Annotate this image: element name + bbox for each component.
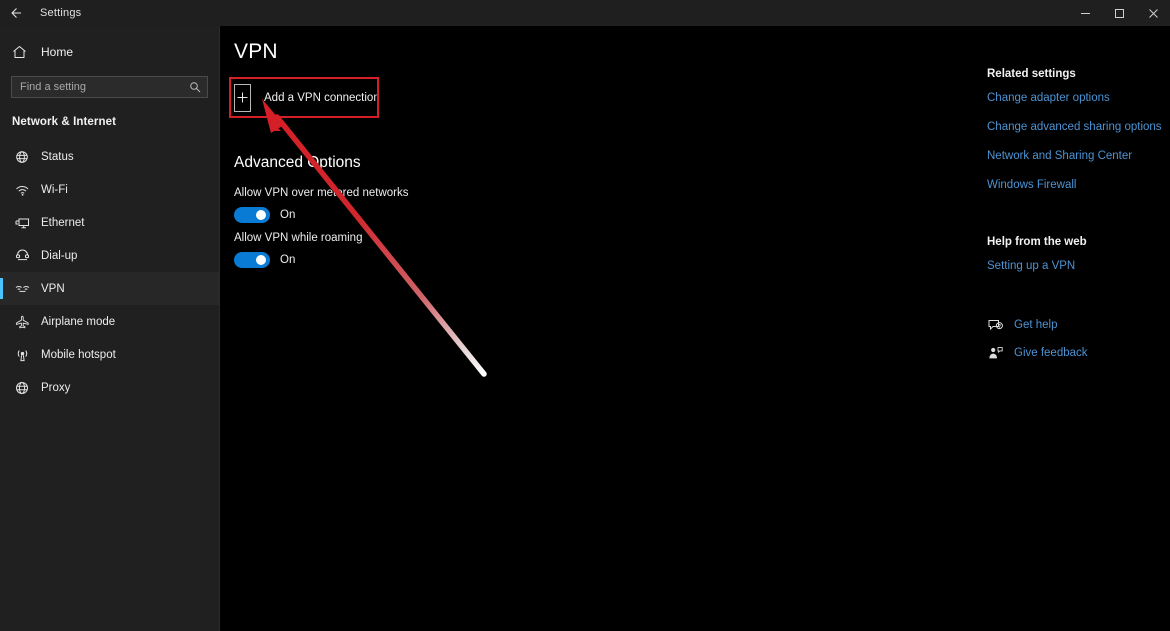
search-input[interactable] (20, 81, 189, 93)
hotspot-icon (12, 348, 32, 362)
title-bar-left: Settings (0, 0, 220, 26)
related-settings-panel: Related settings Change adapter options … (987, 68, 1167, 374)
setting-label: Allow VPN over metered networks (234, 187, 409, 199)
sidebar: Home Network & Internet (0, 26, 220, 631)
sidebar-item-label: Wi-Fi (41, 183, 68, 196)
link-change-adapter-options[interactable]: Change adapter options (987, 92, 1167, 104)
sidebar-item-wifi[interactable]: Wi-Fi (0, 173, 219, 206)
window-controls (1068, 0, 1170, 26)
sidebar-item-dial-up[interactable]: Dial-up (0, 239, 219, 272)
sidebar-item-vpn[interactable]: VPN (0, 272, 219, 305)
sidebar-home-label: Home (41, 45, 74, 59)
airplane-icon (12, 315, 32, 329)
title-bar-drag-area (220, 0, 1068, 26)
help-from-web-title: Help from the web (987, 236, 1087, 248)
give-feedback-button[interactable]: Give feedback (987, 346, 1167, 360)
toggle-state-label: On (280, 209, 296, 221)
rail-spacer (987, 208, 1167, 236)
link-setting-up-a-vpn[interactable]: Setting up a VPN (987, 260, 1167, 272)
sidebar-item-label: Ethernet (41, 216, 85, 229)
search-box[interactable] (11, 76, 208, 98)
sidebar-item-home[interactable]: Home (0, 39, 219, 65)
back-arrow-icon (11, 8, 21, 18)
page-title: VPN (234, 40, 278, 63)
get-help-label: Get help (1014, 319, 1058, 331)
sidebar-item-label: Airplane mode (41, 315, 116, 328)
setting-label: Allow VPN while roaming (234, 232, 363, 244)
toggle-state-label: On (280, 254, 296, 266)
add-vpn-connection-button[interactable]: Add a VPN connection (229, 77, 380, 118)
sidebar-category-title: Network & Internet (12, 116, 117, 128)
sidebar-item-label: VPN (41, 282, 65, 295)
title-bar: Settings (0, 0, 1170, 26)
wifi-icon (12, 183, 32, 197)
close-icon (1148, 8, 1158, 18)
sidebar-item-label: Proxy (41, 381, 71, 394)
link-network-and-sharing-center[interactable]: Network and Sharing Center (987, 150, 1167, 162)
settings-window: Settings Home Find a setting Network & I… (0, 0, 1170, 631)
get-help-button[interactable]: Get help (987, 318, 1167, 332)
toggle-row: On (234, 252, 362, 268)
home-icon (12, 45, 32, 59)
ethernet-icon (12, 216, 32, 230)
dialup-phone-icon (12, 249, 32, 263)
allow-vpn-roaming-toggle[interactable] (234, 252, 270, 268)
minimize-button[interactable] (1068, 0, 1102, 26)
sidebar-item-status[interactable]: Status (0, 140, 219, 173)
main-content: VPN Add a VPN connection Advanced Option… (221, 26, 1170, 631)
toggle-knob (256, 210, 266, 220)
setting-allow-vpn-roaming: Allow VPN while roaming On (234, 232, 362, 268)
status-globe-icon (12, 150, 32, 164)
proxy-globe-icon (12, 381, 32, 395)
advanced-options-title: Advanced Options (234, 154, 361, 171)
vpn-icon (12, 282, 32, 296)
related-settings-title: Related settings (987, 68, 1076, 80)
maximize-icon (1114, 8, 1124, 18)
maximize-button[interactable] (1102, 0, 1136, 26)
window-title: Settings (40, 7, 82, 19)
sidebar-item-label: Mobile hotspot (41, 348, 116, 361)
sidebar-item-airplane-mode[interactable]: Airplane mode (0, 305, 219, 338)
sidebar-nav: Status Wi-Fi Ethernet Dial-up VPN Airpla… (0, 140, 219, 404)
setting-allow-vpn-metered: Allow VPN over metered networks On (234, 187, 408, 223)
close-button[interactable] (1136, 0, 1170, 26)
allow-vpn-metered-toggle[interactable] (234, 207, 270, 223)
give-feedback-label: Give feedback (1014, 347, 1088, 359)
toggle-row: On (234, 207, 408, 223)
sidebar-item-mobile-hotspot[interactable]: Mobile hotspot (0, 338, 219, 371)
sidebar-item-ethernet[interactable]: Ethernet (0, 206, 219, 239)
sidebar-item-label: Dial-up (41, 249, 78, 262)
feedback-person-icon (987, 346, 1003, 360)
rail-spacer (987, 289, 1167, 318)
link-change-advanced-sharing-options[interactable]: Change advanced sharing options (987, 121, 1167, 133)
back-button[interactable] (0, 0, 32, 26)
sidebar-item-proxy[interactable]: Proxy (0, 371, 219, 404)
search-icon (189, 81, 201, 93)
sidebar-item-label: Status (41, 150, 74, 163)
plus-icon (234, 83, 251, 112)
toggle-knob (256, 255, 266, 265)
add-vpn-label: Add a VPN connection (264, 91, 380, 104)
link-windows-firewall[interactable]: Windows Firewall (987, 179, 1167, 191)
help-bubble-icon (987, 318, 1003, 332)
minimize-icon (1080, 12, 1090, 14)
